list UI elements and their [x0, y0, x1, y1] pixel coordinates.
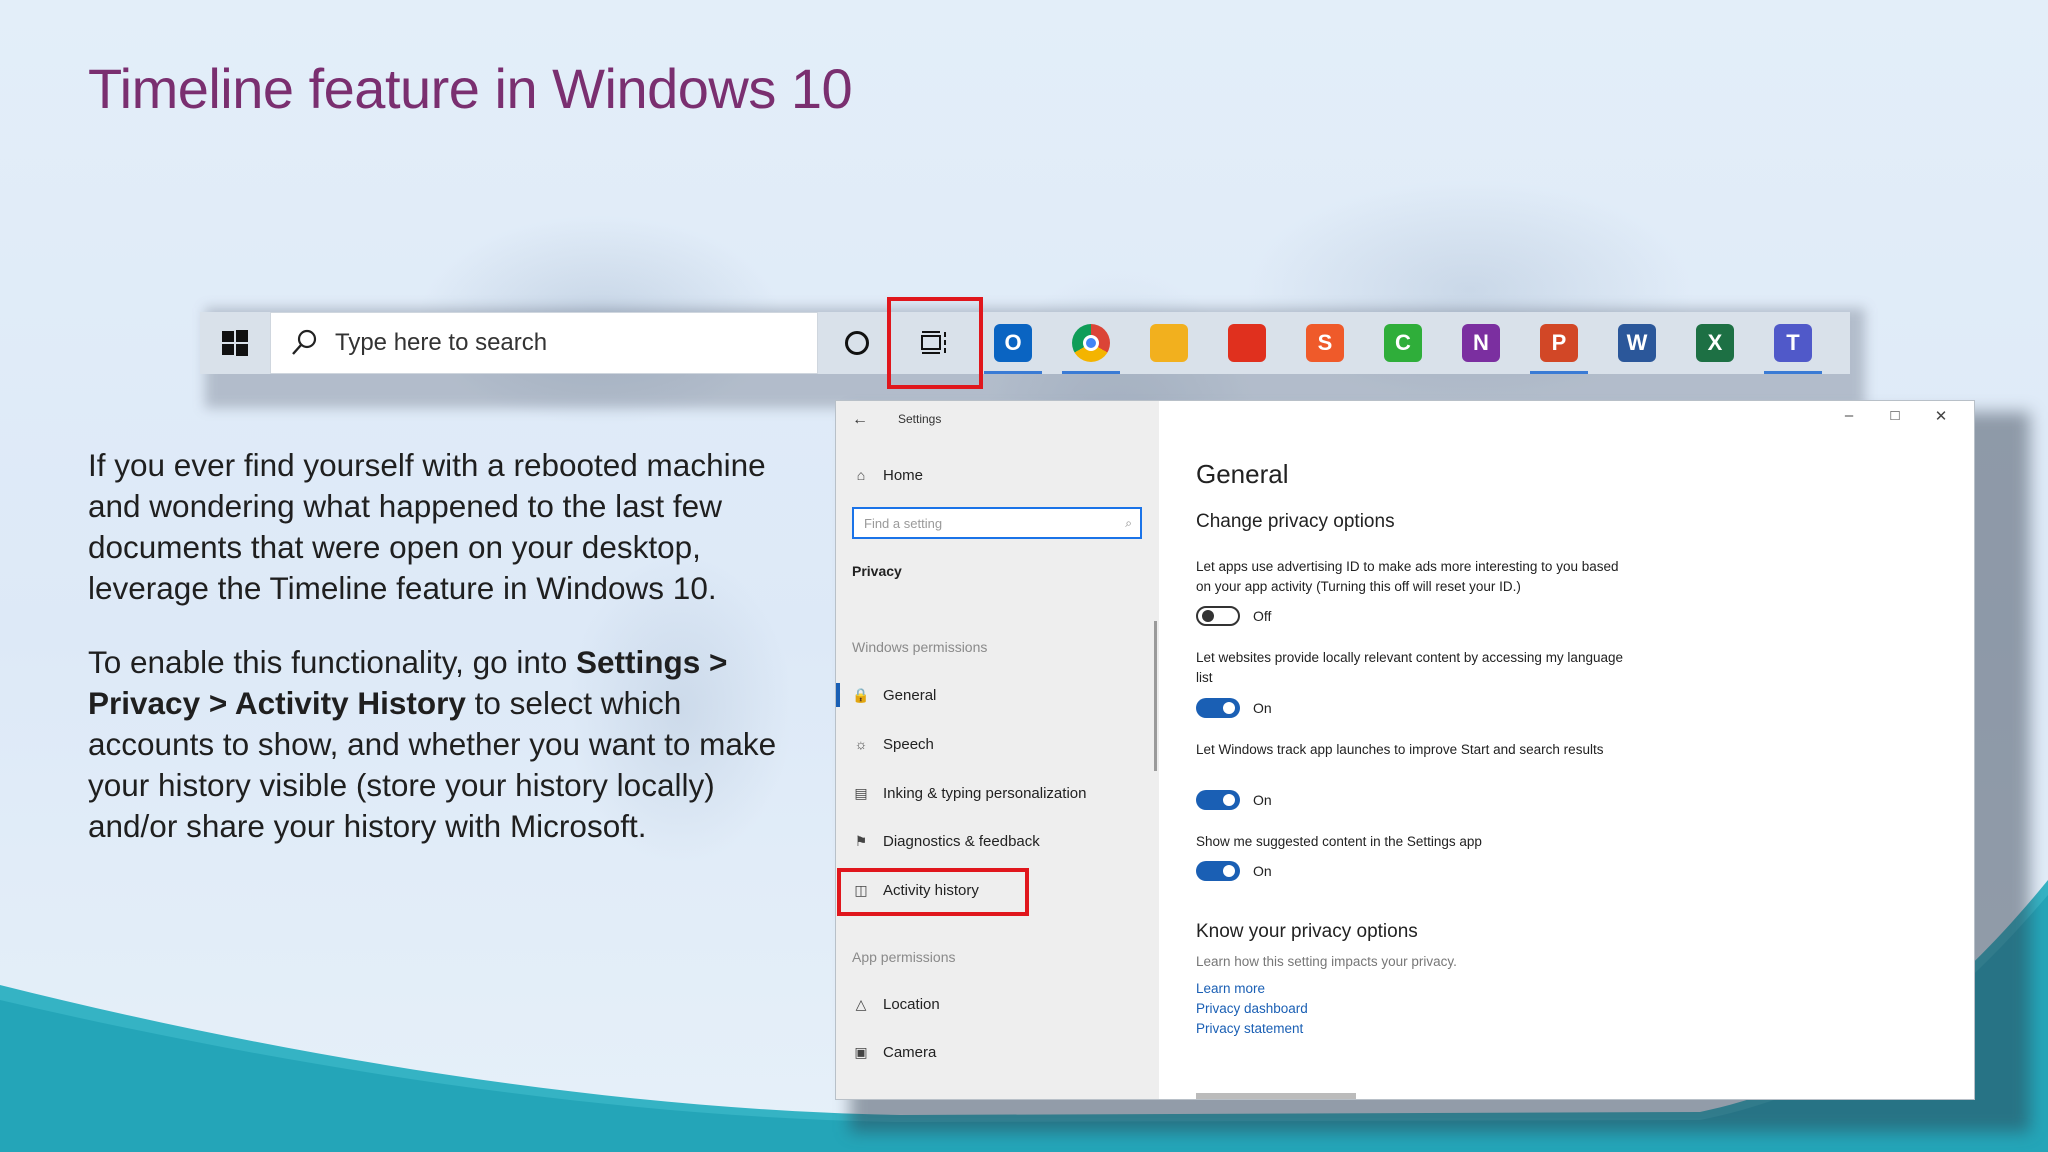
- slide-body: If you ever find yourself with a reboote…: [88, 445, 778, 880]
- nav-camera[interactable]: ▣ Camera: [836, 1032, 1159, 1072]
- teams-icon: T: [1774, 324, 1812, 362]
- excel-icon: X: [1696, 324, 1734, 362]
- minimize-icon[interactable]: –: [1826, 407, 1872, 425]
- paragraph-instructions: To enable this functionality, go into Se…: [88, 642, 778, 847]
- powerpoint-taskbar-button[interactable]: P: [1520, 312, 1598, 374]
- find-setting-placeholder: Find a setting: [864, 515, 943, 531]
- chrome-icon: [1072, 324, 1110, 362]
- cortana-button[interactable]: [818, 312, 896, 374]
- camtasia-taskbar-button[interactable]: C: [1364, 312, 1442, 374]
- powerpoint-icon: P: [1540, 324, 1578, 362]
- settings-window-title: Settings: [898, 412, 942, 426]
- language-list-text: Let websites provide locally relevant co…: [1196, 650, 1623, 685]
- activity-history-highlight: [837, 868, 1029, 916]
- nav-camera-label: Camera: [883, 1043, 937, 1061]
- change-privacy-heading: Change privacy options: [1196, 511, 1395, 532]
- settings-window: ← Settings ⌂ Home Find a setting ⌕ Priva…: [835, 400, 1975, 1100]
- chrome-taskbar-button[interactable]: [1052, 312, 1130, 374]
- toggle-knob: [1223, 865, 1235, 877]
- find-search-icon: ⌕: [1125, 516, 1132, 530]
- app-launches-text: Let Windows track app launches to improv…: [1196, 742, 1604, 757]
- nav-location-label: Location: [883, 995, 940, 1013]
- cut-off-heading: [1196, 1093, 1356, 1099]
- toggle-knob: [1223, 702, 1235, 714]
- nav-general-label: General: [883, 686, 937, 704]
- paragraph-prefix: To enable this functionality, go into: [88, 644, 576, 680]
- settings-sidebar: ← Settings ⌂ Home Find a setting ⌕ Priva…: [836, 401, 1159, 1099]
- app-launches-toggle[interactable]: [1196, 790, 1240, 810]
- window-controls: – □ ✕: [1826, 407, 1964, 425]
- camtasia-icon: C: [1384, 324, 1422, 362]
- learn-more-link[interactable]: Learn more: [1196, 981, 1265, 996]
- privacy-heading: Privacy: [852, 563, 902, 579]
- close-icon[interactable]: ✕: [1918, 407, 1964, 425]
- chrome-center-dot: [1083, 335, 1099, 351]
- taskbar: Type here to search O S C N P W X T: [200, 312, 1850, 374]
- file-explorer-taskbar-button[interactable]: [1130, 312, 1208, 374]
- timeline-button-highlight: [887, 297, 983, 389]
- suggested-content-text: Show me suggested content in the Setting…: [1196, 834, 1482, 849]
- onenote-icon: N: [1462, 324, 1500, 362]
- sidebar-scrollbar[interactable]: [1154, 621, 1157, 771]
- taskbar-search-box[interactable]: Type here to search: [270, 312, 818, 374]
- location-icon: △: [855, 995, 867, 1012]
- outlook-taskbar-button[interactable]: O: [974, 312, 1052, 374]
- excel-taskbar-button[interactable]: X: [1676, 312, 1754, 374]
- nav-diagnostics[interactable]: ⚑ Diagnostics & feedback: [836, 821, 1159, 861]
- search-placeholder: Type here to search: [335, 329, 548, 356]
- nav-inking-typing[interactable]: ▤ Inking & typing personalization: [836, 773, 1159, 813]
- word-taskbar-button[interactable]: W: [1598, 312, 1676, 374]
- cortana-circle-icon: [845, 331, 869, 355]
- pinned-apps: OSCNPWXT: [974, 312, 1832, 374]
- acrobat-icon: [1228, 324, 1266, 362]
- nav-general[interactable]: 🔒 General: [836, 675, 1159, 715]
- lock-icon: 🔒: [852, 686, 870, 703]
- advertising-id-toggle[interactable]: [1196, 606, 1240, 626]
- find-setting-input[interactable]: Find a setting ⌕: [852, 507, 1142, 539]
- nav-home[interactable]: ⌂ Home: [836, 455, 1159, 495]
- outlook-icon: O: [994, 324, 1032, 362]
- speech-icon: ☼: [854, 736, 868, 752]
- nav-home-label: Home: [883, 466, 924, 484]
- content-heading: General: [1196, 459, 1289, 489]
- start-button[interactable]: [200, 312, 270, 374]
- windows-logo-icon: [222, 330, 248, 356]
- teams-taskbar-button[interactable]: T: [1754, 312, 1832, 374]
- language-list-state: On: [1253, 700, 1272, 716]
- search-icon: [292, 329, 317, 355]
- snagit-taskbar-button[interactable]: S: [1286, 312, 1364, 374]
- app-launches-state: On: [1253, 792, 1272, 808]
- file-explorer-icon: [1150, 324, 1188, 362]
- app-permissions-heading: App permissions: [852, 949, 956, 965]
- acrobat-taskbar-button[interactable]: [1208, 312, 1286, 374]
- camera-icon: ▣: [854, 1043, 868, 1060]
- know-privacy-heading: Know your privacy options: [1196, 921, 1418, 942]
- advertising-id-text: Let apps use advertising ID to make ads …: [1196, 559, 1619, 594]
- nav-location[interactable]: △ Location: [836, 984, 1159, 1024]
- suggested-content-state: On: [1253, 863, 1272, 879]
- know-privacy-text: Learn how this setting impacts your priv…: [1196, 954, 1457, 969]
- onenote-taskbar-button[interactable]: N: [1442, 312, 1520, 374]
- privacy-statement-link[interactable]: Privacy statement: [1196, 1021, 1303, 1036]
- notepad-icon: ▤: [854, 784, 868, 801]
- slide-title: Timeline feature in Windows 10: [88, 57, 853, 120]
- snagit-icon: S: [1306, 324, 1344, 362]
- word-icon: W: [1618, 324, 1656, 362]
- language-list-toggle[interactable]: [1196, 698, 1240, 718]
- nav-speech[interactable]: ☼ Speech: [836, 724, 1159, 764]
- nav-diagnostics-label: Diagnostics & feedback: [883, 832, 1040, 850]
- toggle-knob: [1202, 610, 1214, 622]
- paragraph-intro: If you ever find yourself with a reboote…: [88, 447, 766, 606]
- nav-inking-label: Inking & typing personalization: [883, 784, 1087, 802]
- privacy-dashboard-link[interactable]: Privacy dashboard: [1196, 1001, 1308, 1016]
- maximize-icon[interactable]: □: [1872, 407, 1918, 425]
- toggle-knob: [1223, 794, 1235, 806]
- home-icon: ⌂: [856, 467, 866, 483]
- nav-speech-label: Speech: [883, 735, 934, 753]
- advertising-id-state: Off: [1253, 608, 1272, 624]
- back-arrow-icon[interactable]: ←: [852, 411, 868, 429]
- suggested-content-toggle[interactable]: [1196, 861, 1240, 881]
- feedback-icon: ⚑: [854, 832, 868, 849]
- windows-permissions-heading: Windows permissions: [852, 639, 988, 655]
